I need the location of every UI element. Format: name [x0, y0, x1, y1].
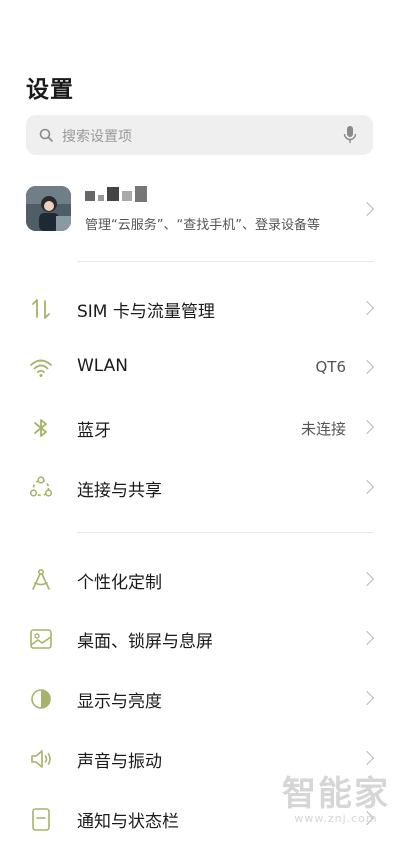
chevron-right-icon: [359, 571, 375, 587]
setting-label: 声音与振动: [77, 752, 162, 772]
search-icon: [39, 128, 53, 142]
bluetooth-status-value: 未连接: [300, 420, 346, 438]
setting-label: WLAN: [77, 356, 129, 376]
compass-icon: [32, 568, 50, 590]
chevron-right-icon: [359, 359, 375, 375]
chevron-right-icon: [359, 201, 375, 217]
sim-data-icon: [32, 299, 50, 319]
account-description: 管理“云服务”、“查找手机”、登录设备等: [85, 218, 320, 233]
microphone-icon[interactable]: [343, 125, 357, 145]
avatar-image: [26, 186, 71, 231]
chevron-right-icon: [359, 419, 375, 435]
setting-label: 个性化定制: [77, 573, 162, 593]
account-name-redacted: [85, 186, 160, 204]
divider: [77, 261, 374, 262]
setting-label: 显示与亮度: [77, 692, 162, 712]
chevron-right-icon: [359, 690, 375, 706]
wifi-icon: [30, 359, 52, 377]
avatar: [26, 186, 71, 231]
bluetooth-icon: [34, 419, 47, 437]
chevron-right-icon: [359, 479, 375, 495]
setting-label: 通知与状态栏: [77, 812, 179, 832]
chevron-right-icon: [359, 300, 375, 316]
setting-bluetooth[interactable]: 蓝牙 未连接: [0, 402, 400, 452]
setting-wlan[interactable]: WLAN QT6: [0, 342, 400, 392]
notification-icon: [32, 808, 50, 831]
setting-sim-data[interactable]: SIM 卡与流量管理: [0, 283, 400, 333]
setting-personalization[interactable]: 个性化定制: [0, 554, 400, 604]
watermark-url: www.znj.com: [294, 812, 378, 825]
chevron-right-icon: [359, 750, 375, 766]
search-bar[interactable]: 搜索设置项: [26, 115, 373, 155]
setting-label: 连接与共享: [77, 481, 162, 501]
setting-label: SIM 卡与流量管理: [77, 302, 215, 322]
chevron-right-icon: [359, 630, 375, 646]
wallpaper-icon: [30, 629, 52, 649]
watermark-logo-text: 智能家: [282, 774, 390, 814]
wlan-network-value: QT6: [315, 358, 346, 376]
setting-display-brightness[interactable]: 显示与亮度: [0, 673, 400, 723]
speaker-icon: [31, 750, 51, 768]
share-icon: [29, 476, 53, 497]
account-row[interactable]: 管理“云服务”、“查找手机”、登录设备等: [0, 180, 400, 240]
search-input[interactable]: 搜索设置项: [62, 126, 132, 146]
setting-label: 桌面、锁屏与息屏: [77, 632, 213, 652]
watermark: 智能家 www.znj.com: [282, 776, 390, 825]
divider: [77, 532, 374, 533]
setting-label: 蓝牙: [77, 421, 111, 441]
page-title: 设置: [26, 77, 74, 103]
setting-connection-sharing[interactable]: 连接与共享: [0, 462, 400, 512]
setting-desktop-lockscreen[interactable]: 桌面、锁屏与息屏: [0, 613, 400, 663]
brightness-icon: [31, 689, 51, 709]
